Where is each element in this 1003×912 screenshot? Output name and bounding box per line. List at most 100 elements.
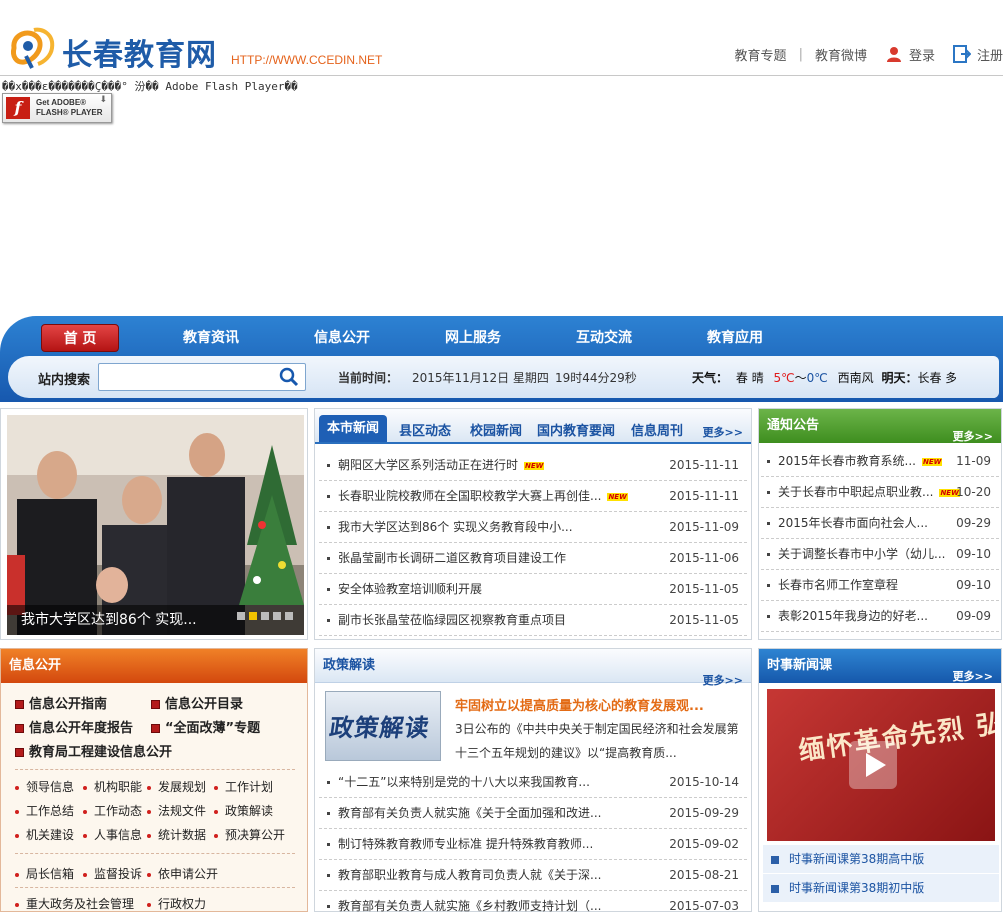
slide-photo[interactable] [7, 415, 304, 635]
temp-separator: ～ [794, 371, 807, 385]
info-link[interactable]: 机关建设 [15, 826, 74, 843]
info-construction-link[interactable]: 教育局工程建设信息公开 [15, 741, 172, 760]
news-tabs: 本市新闻 县区动态 校园新闻 国内教育要闻 信息周刊 更多>> [315, 409, 751, 444]
get-flash-player-button[interactable]: f Get ADOBE® FLASH® PLAYER ⬇ [2, 93, 112, 123]
info-link[interactable]: 工作计划 [214, 778, 273, 795]
list-item[interactable]: 时事新闻课第38期初中版 [763, 874, 999, 903]
news-more-link[interactable]: 更多>> [703, 424, 743, 440]
register-icon[interactable] [952, 45, 971, 63]
new-badge: NEW [921, 457, 943, 466]
policy-thumbnail[interactable]: 政策解读 [325, 691, 441, 761]
play-icon[interactable] [849, 741, 897, 789]
list-item[interactable]: 2015年长春市面向社会人... 09-29 [761, 508, 999, 539]
nav-interaction[interactable]: 互动交流 [565, 324, 643, 352]
search-input[interactable] [98, 363, 306, 391]
policy-more-link[interactable]: 更多>> [703, 664, 743, 698]
slide-dot-active[interactable] [249, 612, 257, 620]
info-link[interactable]: 重大政务及社会管理 [15, 895, 134, 912]
info-link[interactable]: 政策解读 [214, 802, 273, 819]
video-list: 时事新闻课第38期高中版 时事新闻课第38期初中版 [763, 845, 999, 903]
info-catalog-link[interactable]: 信息公开目录 [151, 693, 243, 712]
list-item[interactable]: 张晶莹副市长调研二道区教育项目建设工作 2015-11-06 [319, 543, 747, 574]
info-link[interactable]: 统计数据 [147, 826, 206, 843]
login-link[interactable]: 登录 [909, 45, 935, 64]
list-item[interactable]: 关于长春市中职起点职业教... NEW 10-20 [761, 477, 999, 508]
slide-dot[interactable] [261, 612, 269, 620]
divider [15, 887, 295, 888]
tab-national-news[interactable]: 国内教育要闻 [537, 420, 615, 439]
info-link[interactable]: 预决算公开 [214, 826, 285, 843]
info-link[interactable]: 工作动态 [83, 802, 142, 819]
info-link[interactable]: 工作总结 [15, 802, 74, 819]
nav-home[interactable]: 首 页 [41, 324, 119, 352]
link-edu-topics[interactable]: 教育专题 [735, 45, 787, 64]
temp-high: 5℃ [773, 371, 795, 385]
tab-city-news[interactable]: 本市新闻 [319, 415, 388, 442]
site-name[interactable]: 长春教育网 [62, 30, 217, 74]
info-link[interactable]: 发展规划 [147, 778, 206, 795]
list-item[interactable]: 朝阳区大学区系列活动正在进行时 NEW 2015-11-11 [319, 450, 747, 481]
list-item[interactable]: 教育部职业教育与成人教育司负责人就《关于深... 2015-08-21 [319, 860, 747, 891]
info-open-panel: 信息公开 信息公开指南 信息公开目录 信息公开年度报告 “全面改薄”专题 教育局… [0, 648, 308, 912]
search-bar: 站内搜索 当前时间： 2015年11月12日 星期四 19时44分29秒 天气：… [8, 356, 999, 398]
video-thumbnail[interactable]: 缅怀革命先烈 弘扬抗战精神 [767, 689, 995, 841]
search-icon[interactable] [278, 366, 300, 388]
info-link[interactable]: 领导信息 [15, 778, 74, 795]
list-item[interactable]: 时事新闻课第38期高中版 [763, 845, 999, 874]
policy-feature-abstract: 3日公布的《中共中央关于制定国民经济和社会发展第十三个五年规划的建议》以“提高教… [455, 722, 739, 760]
tab-district-news[interactable]: 县区动态 [399, 420, 451, 439]
info-link[interactable]: 局长信箱 [15, 865, 74, 882]
info-link[interactable]: 行政权力 [147, 895, 206, 912]
weather-widget: 天气： 春 晴 5℃～0℃ 西南风 明天：长春 多 [692, 369, 956, 386]
video-title: 时事新闻课 [767, 658, 833, 673]
nav-edu-news[interactable]: 教育资讯 [172, 324, 250, 352]
list-item[interactable]: 教育部有关负责人就实施《乡村教师支持计划（... 2015-07-03 [319, 891, 747, 912]
info-annual-report-link[interactable]: 信息公开年度报告 [15, 717, 133, 736]
list-item[interactable]: 我市大学区达到86个 实现义务教育段中小... 2015-11-09 [319, 512, 747, 543]
info-guide-link[interactable]: 信息公开指南 [15, 693, 107, 712]
info-reform-topic-link[interactable]: “全面改薄”专题 [151, 717, 260, 736]
tab-info-weekly[interactable]: 信息周刊 [631, 420, 683, 439]
tab-campus-news[interactable]: 校园新闻 [470, 420, 522, 439]
slide-dot[interactable] [273, 612, 281, 620]
policy-feature-title[interactable]: 牢固树立以提高质量为核心的教育发展观... [455, 695, 704, 714]
list-item[interactable]: 关于调整长春市中小学（幼儿... 09-10 [761, 539, 999, 570]
register-link[interactable]: 注册 [977, 45, 1003, 64]
info-link[interactable]: 机构职能 [83, 778, 142, 795]
slide-dots [237, 612, 293, 620]
list-item[interactable]: 长春市名师工作室章程 09-10 [761, 570, 999, 601]
new-badge: NEW [524, 461, 545, 470]
tomorrow-label: 明天： [881, 371, 918, 385]
info-link[interactable]: 法规文件 [147, 802, 206, 819]
slide-dot[interactable] [237, 612, 245, 620]
nav-info-open[interactable]: 信息公开 [303, 324, 381, 352]
info-link[interactable]: 人事信息 [83, 826, 142, 843]
news-panel: 本市新闻 县区动态 校园新闻 国内教育要闻 信息周刊 更多>> 朝阳区大学区系列… [314, 408, 752, 640]
weather-condition: 晴 [751, 371, 764, 385]
list-item[interactable]: 教育部有关负责人就实施《关于全面加强和改进... 2015-09-29 [319, 798, 747, 829]
nav-online-service[interactable]: 网上服务 [434, 324, 512, 352]
notice-panel: 通知公告 更多>> 2015年长春市教育系统... NEW 11-09 关于长春市中… [758, 408, 1002, 640]
divider [15, 769, 295, 770]
list-item[interactable]: 长春职业院校教师在全国职校教学大赛上再创佳... NEW 2015-11-11 [319, 481, 747, 512]
policy-list: “十二五”以来特别是党的十八大以来我国教育... 2015-10-14 教育部有关… [319, 767, 747, 912]
list-item[interactable]: 2015年长春市教育系统... NEW 11-09 [761, 446, 999, 477]
nav-edu-apps[interactable]: 教育应用 [696, 324, 774, 352]
slide-caption[interactable]: 我市大学区达到86个 实现... [7, 605, 304, 635]
list-item[interactable]: 表彰2015年我身边的好老... 09-09 [761, 601, 999, 632]
link-edu-weibo[interactable]: 教育微博 [815, 45, 867, 64]
list-item[interactable]: 制订特殊教育教师专业标准 提升特殊教育教师... 2015-09-02 [319, 829, 747, 860]
list-item[interactable]: “十二五”以来特别是党的十八大以来我国教育... 2015-10-14 [319, 767, 747, 798]
list-item[interactable]: 安全体验教室培训顺利开展 2015-11-05 [319, 574, 747, 605]
download-arrow-icon: ⬇ [99, 95, 107, 105]
tomorrow-forecast: 长春 多 [917, 371, 956, 385]
info-link[interactable]: 监督投诉 [83, 865, 142, 882]
user-icon[interactable] [885, 45, 903, 63]
info-link[interactable]: 依申请公开 [147, 865, 218, 882]
time-label: 当前时间： [338, 371, 399, 385]
site-logo-icon[interactable] [8, 26, 60, 70]
list-item[interactable]: 副市长张晶莹莅临绿园区视察教育重点项目 2015-11-05 [319, 605, 747, 636]
new-badge: NEW [607, 492, 628, 501]
notice-header: 通知公告 更多>> [759, 409, 1001, 443]
slide-dot[interactable] [285, 612, 293, 620]
